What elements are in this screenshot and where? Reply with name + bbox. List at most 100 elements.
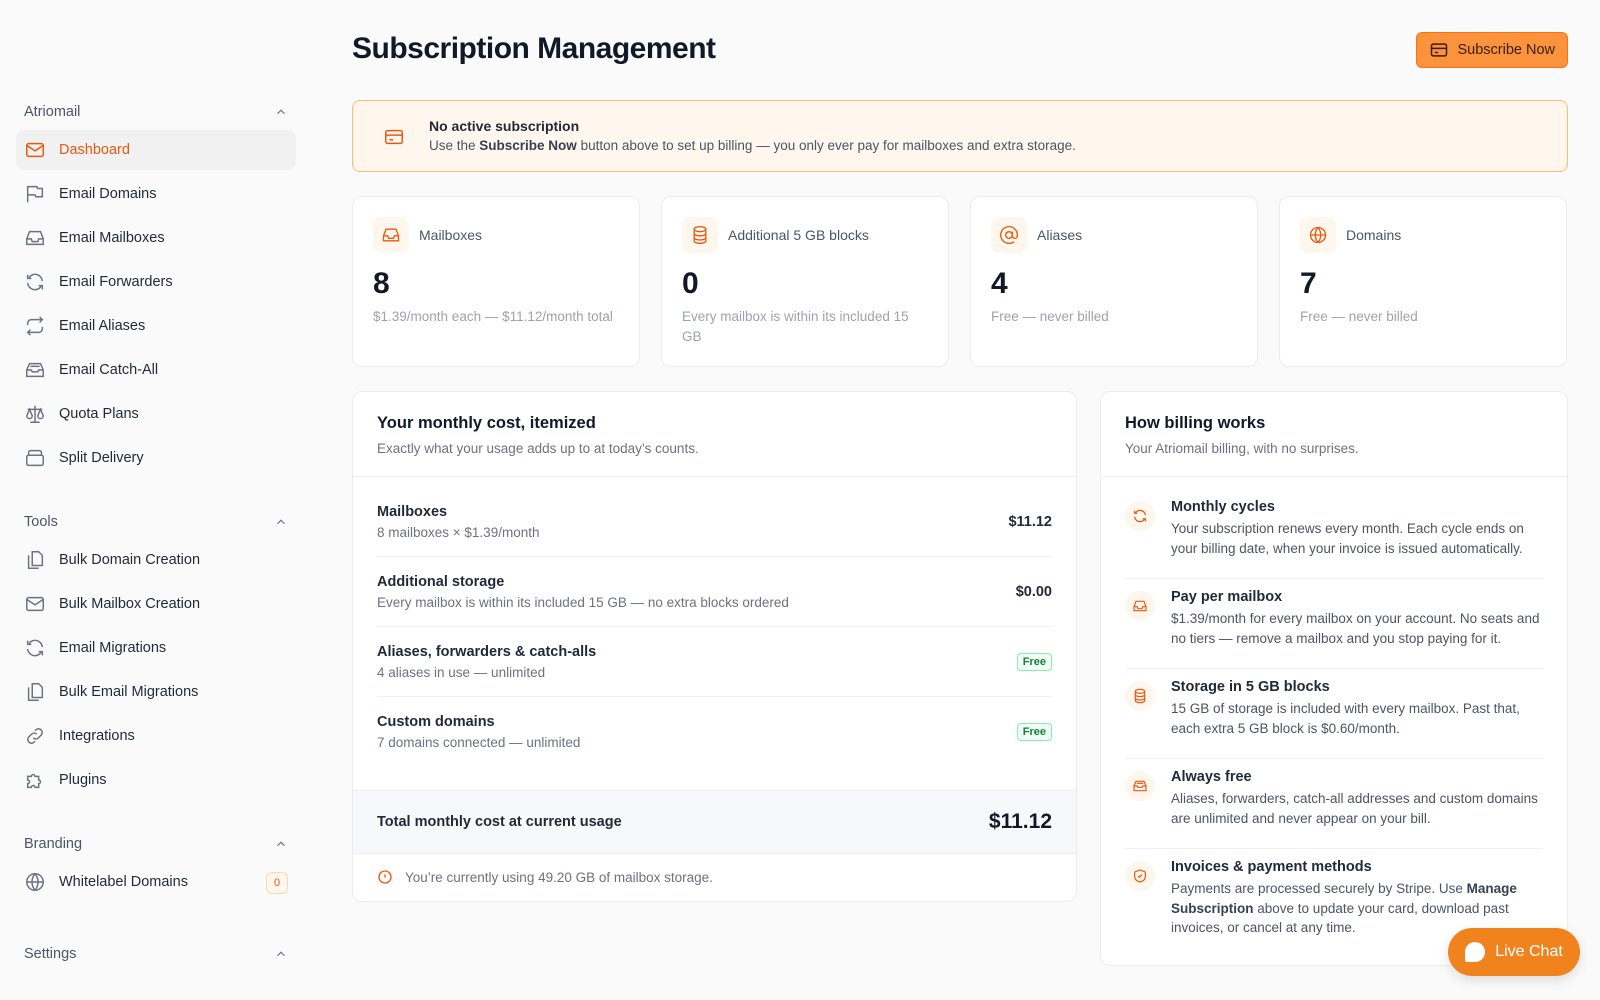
sidebar-item-label: Email Domains (59, 186, 157, 202)
sidebar-item-label: Dashboard (59, 142, 130, 158)
sidebar-item-email-catch-all[interactable]: Email Catch-All (16, 350, 296, 390)
copy-icon (24, 549, 46, 571)
chat-bubble-icon (1465, 942, 1486, 962)
storage-note: You’re currently using 49.20 GB of mailb… (377, 869, 713, 885)
cost-item-detail: 7 domains connected — unlimited (377, 735, 581, 750)
cost-item-name: Additional storage (377, 573, 505, 590)
card-subtitle: Your Atriomail billing, with no surprise… (1125, 441, 1359, 456)
link-icon (24, 725, 46, 747)
sidebar-item-label: Email Mailboxes (59, 230, 165, 246)
subscribe-now-button[interactable]: Subscribe Now (1416, 32, 1568, 68)
stat-card-storage-blocks: Additional 5 GB blocks 0 Every mailbox i… (661, 196, 949, 367)
how-billing-works-card: How billing works Your Atriomail billing… (1100, 391, 1568, 966)
sidebar-item-label: Whitelabel Domains (59, 874, 188, 890)
sidebar-item-label: Email Catch-All (59, 362, 159, 378)
chevron-up-icon (277, 109, 285, 115)
billing-item-text: Your subscription renews every month. Ea… (1171, 521, 1524, 556)
sidebar-item-bulk-domain-creation[interactable]: Bulk Domain Creation (16, 540, 296, 580)
stat-value: 8 (373, 267, 390, 300)
alert-text: Use the Subscribe Now button above to se… (429, 138, 1076, 153)
inbox-stack-icon (1125, 771, 1155, 801)
sidebar-item-email-aliases[interactable]: Email Aliases (16, 306, 296, 346)
sidebar-item-bulk-mailbox-creation[interactable]: Bulk Mailbox Creation (16, 584, 296, 624)
total-label: Total monthly cost at current usage (377, 814, 622, 830)
archive-icon (24, 447, 46, 469)
sidebar-item-label: Bulk Mailbox Creation (59, 596, 201, 612)
inbox-icon (24, 227, 46, 249)
stat-description: Every mailbox is within its included 15 … (682, 309, 909, 344)
billing-item-title: Pay per mailbox (1171, 589, 1283, 605)
sidebar-item-email-migrations[interactable]: Email Migrations (16, 628, 296, 668)
sidebar-item-dashboard[interactable]: Dashboard (16, 130, 296, 170)
at-icon (991, 217, 1027, 253)
info-icon (378, 870, 392, 884)
cost-item-amount: $0.00 (1015, 583, 1052, 600)
sidebar-item-label: Quota Plans (59, 406, 139, 422)
credit-card-icon (1431, 43, 1448, 57)
mail-icon (24, 593, 46, 615)
credit-card-icon (385, 129, 403, 145)
sidebar-item-plugins[interactable]: Plugins (16, 760, 296, 800)
sidebar-item-label: Email Aliases (59, 318, 146, 334)
billing-item: Storage in 5 GB blocks 15 GB of storage … (1125, 669, 1543, 759)
sidebar-item-whitelabel-domains[interactable]: Whitelabel Domains 0 (16, 862, 296, 902)
stat-value: 0 (682, 267, 699, 300)
sidebar-section-tools[interactable]: Tools (16, 508, 296, 536)
stat-description: $1.39/month each — $11.12/month total (373, 309, 613, 324)
free-badge: Free (1016, 652, 1052, 671)
chevron-up-icon (277, 519, 285, 525)
mail-icon (24, 139, 46, 161)
cost-item-detail: Every mailbox is within its included 15 … (377, 594, 789, 610)
sidebar-item-label: Plugins (59, 772, 107, 788)
sidebar-item-integrations[interactable]: Integrations (16, 716, 296, 756)
billing-list: Monthly cycles Your subscription renews … (1101, 477, 1567, 950)
stat-value: 7 (1300, 267, 1317, 300)
billing-item-title: Storage in 5 GB blocks (1171, 679, 1330, 695)
puzzle-icon (24, 769, 46, 791)
monthly-cost-card: Your monthly cost, itemized Exactly what… (352, 391, 1077, 902)
sidebar-section-title: Settings (24, 946, 77, 962)
globe-icon (24, 871, 46, 893)
sidebar-item-label: Split Delivery (59, 450, 144, 466)
inbox-stack-icon (24, 359, 46, 381)
billing-item: Pay per mailbox $1.39/month for every ma… (1125, 579, 1543, 669)
total-row: Total monthly cost at current usage $11.… (353, 790, 1076, 854)
card-subtitle: Exactly what your usage adds up to at to… (377, 441, 699, 456)
sidebar-item-quota-plans[interactable]: Quota Plans (16, 394, 296, 434)
cost-item-detail: 8 mailboxes × $1.39/month (377, 524, 540, 540)
cost-row: Additional storage Every mailbox is with… (377, 557, 1052, 627)
stat-description: Free — never billed (1300, 309, 1418, 324)
subscribe-now-label: Subscribe Now (1457, 42, 1555, 58)
refresh-icon (24, 271, 46, 293)
sidebar-section-atriomail[interactable]: Atriomail (16, 98, 296, 126)
repeat-icon (24, 315, 46, 337)
sidebar-item-label: Email Forwarders (59, 274, 173, 290)
cost-item-name: Aliases, forwarders & catch-alls (377, 643, 597, 660)
cost-row: Custom domains 7 domains connected — unl… (377, 697, 1052, 767)
sidebar-item-split-delivery[interactable]: Split Delivery (16, 438, 296, 478)
sidebar-item-email-domains[interactable]: Email Domains (16, 174, 296, 214)
stat-label: Additional 5 GB blocks (728, 227, 869, 243)
billing-item-title: Always free (1171, 769, 1252, 785)
scale-icon (24, 403, 46, 425)
chevron-up-icon (277, 951, 285, 957)
inbox-icon (373, 217, 409, 253)
live-chat-button[interactable]: Live Chat (1448, 928, 1580, 976)
sidebar-section-branding[interactable]: Branding (16, 830, 296, 858)
sidebar-item-bulk-email-migrations[interactable]: Bulk Email Migrations (16, 672, 296, 712)
sidebar-item-email-forwarders[interactable]: Email Forwarders (16, 262, 296, 302)
cost-row: Mailboxes 8 mailboxes × $1.39/month $11.… (377, 487, 1052, 557)
flag-icon (24, 183, 46, 205)
sidebar-item-email-mailboxes[interactable]: Email Mailboxes (16, 218, 296, 258)
database-icon (682, 217, 718, 253)
stat-label: Domains (1346, 227, 1402, 243)
stat-card-aliases: Aliases 4 Free — never billed (970, 196, 1258, 367)
refresh-icon (1125, 501, 1155, 531)
sidebar-section-title: Branding (24, 836, 83, 852)
billing-item: Monthly cycles Your subscription renews … (1125, 489, 1543, 579)
storage-note-text: You’re currently using 49.20 GB of mailb… (405, 869, 713, 885)
stat-description: Free — never billed (991, 309, 1109, 324)
cost-row: Aliases, forwarders & catch-alls 4 alias… (377, 627, 1052, 697)
sidebar-section-settings[interactable]: Settings (16, 940, 296, 968)
stat-label: Mailboxes (419, 227, 483, 243)
